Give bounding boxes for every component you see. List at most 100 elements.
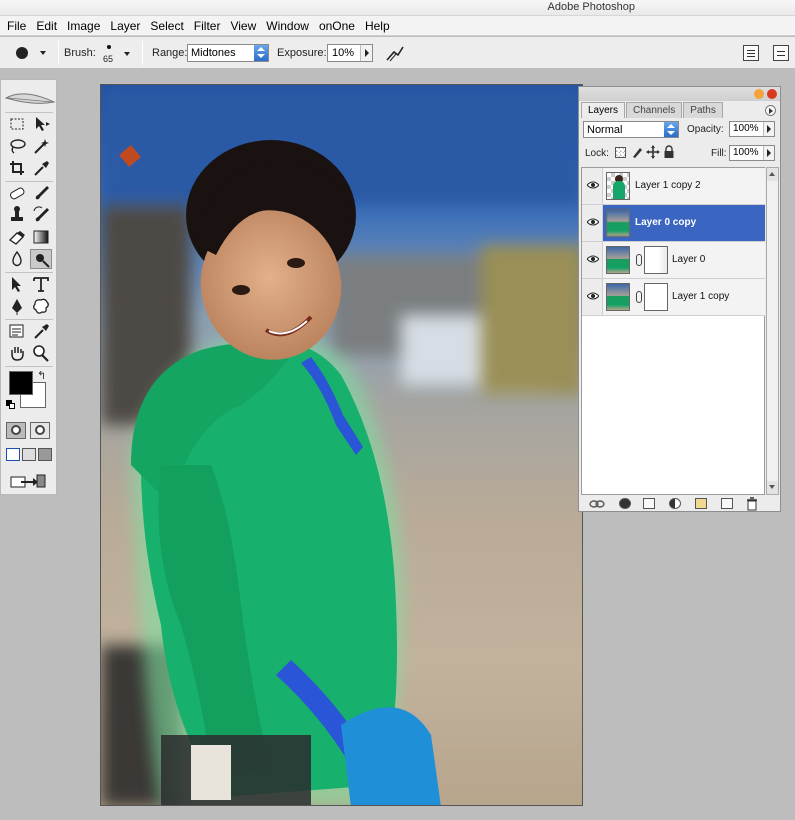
eraser-icon[interactable] <box>6 227 28 247</box>
magic-wand-icon[interactable] <box>30 136 52 156</box>
opacity-field[interactable]: 100% <box>729 121 775 137</box>
pen-icon[interactable] <box>6 296 28 316</box>
palette-menu-icon[interactable] <box>765 105 776 116</box>
healing-icon[interactable] <box>6 183 28 203</box>
full-screen-mode-icon[interactable] <box>38 448 52 461</box>
tab-layers[interactable]: Layers <box>581 102 626 118</box>
blur-icon[interactable] <box>6 249 28 269</box>
stamp-icon[interactable] <box>6 205 28 225</box>
tool-preset-picker[interactable] <box>12 45 52 63</box>
menu-onone[interactable]: onOne <box>314 16 360 36</box>
menu-view[interactable]: View <box>225 16 261 36</box>
marquee-icon[interactable] <box>6 114 28 134</box>
tab-channels[interactable]: Channels <box>626 102 683 118</box>
brush-icon[interactable] <box>30 183 52 203</box>
tab-paths[interactable]: Paths <box>683 102 723 118</box>
menu-layer[interactable]: Layer <box>105 16 145 36</box>
fill-field[interactable]: 100% <box>729 145 775 161</box>
layer-row[interactable]: Layer 0 copy <box>582 205 765 242</box>
foreground-color-swatch[interactable] <box>9 371 33 395</box>
lock-all-icon[interactable] <box>663 145 675 159</box>
shape-icon[interactable] <box>30 296 52 316</box>
swap-colors-icon[interactable]: ↰ <box>37 369 46 382</box>
lock-pixels-icon[interactable] <box>630 145 644 159</box>
layer-visibility-toggle[interactable] <box>582 279 603 315</box>
notes-icon[interactable] <box>6 321 28 341</box>
document-canvas[interactable] <box>100 84 583 806</box>
new-group-icon[interactable] <box>695 498 707 509</box>
full-screen-menu-mode-icon[interactable] <box>22 448 36 461</box>
link-layers-icon[interactable] <box>589 498 605 510</box>
standard-screen-mode-icon[interactable] <box>6 448 20 461</box>
menu-image[interactable]: Image <box>62 16 105 36</box>
link-mask-icon[interactable] <box>636 291 642 303</box>
eyedropper-icon[interactable] <box>30 321 52 341</box>
link-mask-icon[interactable] <box>636 254 642 266</box>
gradient-icon[interactable] <box>30 227 52 247</box>
close-icon[interactable] <box>767 89 777 99</box>
photo <box>101 85 582 805</box>
lock-position-icon[interactable] <box>646 145 660 159</box>
type-icon[interactable] <box>30 274 52 294</box>
range-select[interactable]: Midtones <box>187 44 269 62</box>
layer-thumbnail <box>606 172 630 200</box>
dodge-tool-icon <box>16 47 28 59</box>
new-layer-icon[interactable] <box>721 498 733 509</box>
layer-name: Layer 1 copy <box>672 291 730 302</box>
menu-filter[interactable]: Filter <box>189 16 226 36</box>
history-brush-icon[interactable] <box>30 205 52 225</box>
palette-titlebar[interactable] <box>579 87 780 101</box>
eyedropper-slice-icon[interactable] <box>30 158 52 178</box>
lock-transparency-icon[interactable] <box>615 147 626 158</box>
standard-mode-button[interactable] <box>6 422 26 439</box>
add-mask-icon[interactable] <box>643 498 655 509</box>
layer-visibility-toggle[interactable] <box>582 205 603 241</box>
layer-visibility-toggle[interactable] <box>582 242 603 278</box>
airbrush-icon[interactable] <box>384 43 406 63</box>
layer-visibility-toggle[interactable] <box>582 168 603 204</box>
scroll-down-icon[interactable] <box>767 481 778 494</box>
palette-footer <box>581 497 779 511</box>
zoom-icon[interactable] <box>30 343 52 363</box>
menu-help[interactable]: Help <box>360 16 395 36</box>
menu-select[interactable]: Select <box>145 16 188 36</box>
slider-arrow-icon[interactable] <box>763 146 774 160</box>
layer-row[interactable]: Layer 0 <box>582 242 765 279</box>
chevron-down-icon[interactable] <box>124 52 130 56</box>
dodge-burn-icon[interactable] <box>30 249 52 269</box>
menu-file[interactable]: File <box>2 16 31 36</box>
layer-mask-thumbnail[interactable] <box>644 246 668 274</box>
quick-mask-button[interactable] <box>30 422 50 439</box>
feather-logo-icon[interactable] <box>4 86 56 108</box>
minimize-icon[interactable] <box>754 89 764 99</box>
layer-list-scrollbar[interactable] <box>766 167 779 495</box>
crop-icon[interactable] <box>6 158 28 178</box>
path-select-icon[interactable] <box>6 274 28 294</box>
scroll-up-icon[interactable] <box>767 168 778 181</box>
fill-label: Fill: <box>711 148 727 159</box>
brush-tip-icon <box>107 45 111 49</box>
jump-to-imageready-icon[interactable] <box>9 472 47 490</box>
hand-icon[interactable] <box>6 343 28 363</box>
exposure-field[interactable]: 10% <box>327 44 373 62</box>
blend-mode-select[interactable]: Normal <box>583 121 679 138</box>
layer-row[interactable]: Layer 1 copy <box>582 279 765 316</box>
menu-window[interactable]: Window <box>261 16 314 36</box>
layer-row[interactable]: Layer 1 copy 2 <box>582 168 765 205</box>
palette-well-icon[interactable] <box>743 45 759 61</box>
menu-edit[interactable]: Edit <box>31 16 62 36</box>
window-title: Adobe Photoshop <box>547 1 635 13</box>
trash-icon[interactable] <box>745 497 759 511</box>
brush-picker[interactable]: 65 <box>100 42 118 64</box>
layer-name: Layer 1 copy 2 <box>635 180 701 191</box>
slider-arrow-icon[interactable] <box>360 45 372 61</box>
move-icon[interactable] <box>30 114 52 134</box>
adjustment-layer-icon[interactable] <box>669 498 681 509</box>
file-browser-icon[interactable] <box>773 45 789 61</box>
range-label: Range: <box>152 47 188 59</box>
slider-arrow-icon[interactable] <box>763 122 774 136</box>
layer-mask-thumbnail[interactable] <box>644 283 668 311</box>
lasso-icon[interactable] <box>6 136 28 156</box>
layer-style-icon[interactable] <box>619 498 631 509</box>
default-colors-icon[interactable] <box>6 400 15 409</box>
